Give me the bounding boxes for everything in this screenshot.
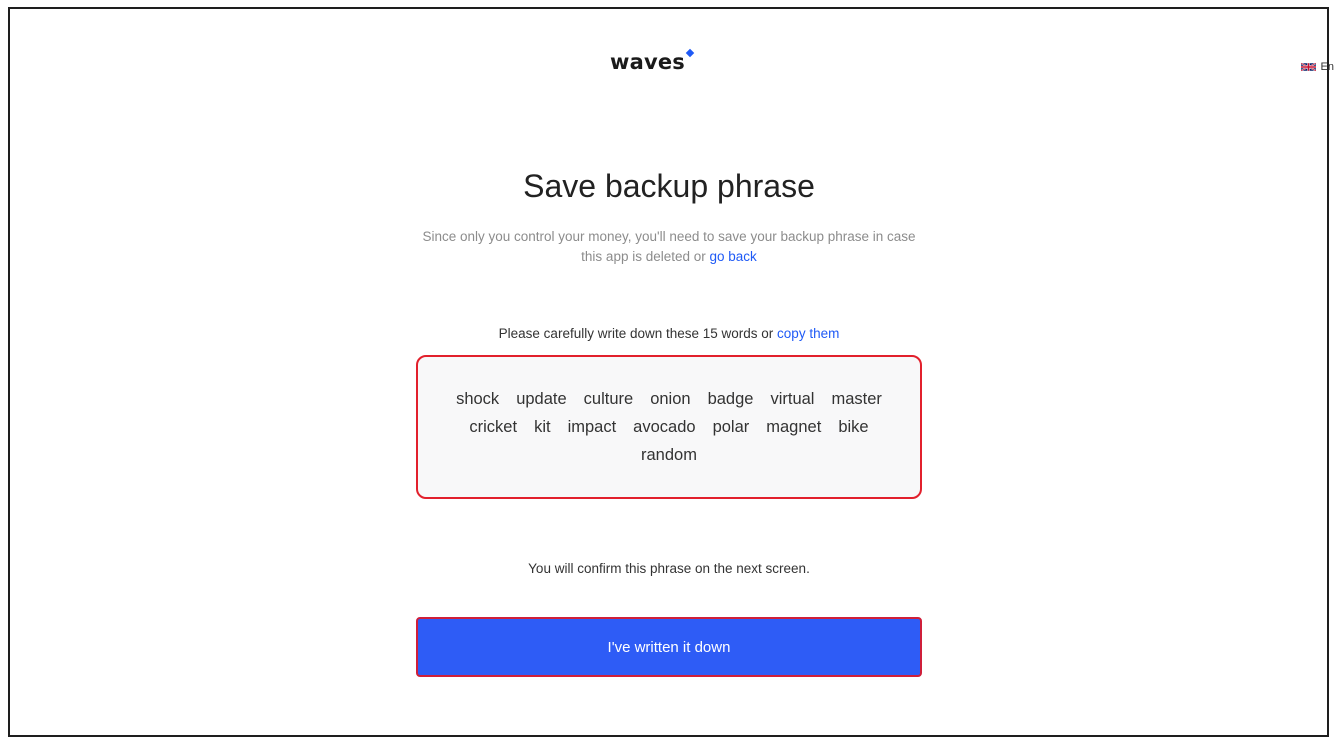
phrase-word: onion [650,389,691,408]
backup-phrase-box: shock update culture onion badge virtual… [416,355,922,499]
page-subtitle: Since only you control your money, you'l… [419,227,919,267]
instruction: Please carefully write down these 15 wor… [0,326,1338,341]
written-it-down-button[interactable]: I've written it down [416,617,922,677]
phrase-word-list: shock update culture onion badge virtual… [454,390,884,465]
instruction-text: Please carefully write down these 15 wor… [498,326,778,341]
confirm-note: You will confirm this phrase on the next… [528,561,810,576]
phrase-word: random [641,445,697,464]
phrase-word: kit [534,417,551,436]
language-label: En [1320,61,1334,73]
phrase-word: shock [456,389,500,408]
phrase-word: magnet [766,417,822,436]
phrase-word: bike [838,417,869,436]
phrase-word: update [516,389,567,408]
phrase-word: cricket [469,417,518,436]
uk-flag-icon [1300,62,1316,72]
logo-text: waves [610,50,686,74]
waves-logo[interactable]: waves [610,48,695,74]
copy-them-link[interactable]: copy them [777,326,839,341]
page-title: Save backup phrase [523,168,815,204]
phrase-word: culture [583,389,634,408]
phrase-word: avocado [633,417,696,436]
phrase-word: master [831,389,882,408]
phrase-word: polar [712,417,750,436]
phrase-word: virtual [770,389,815,408]
subtitle-text: Since only you control your money, you'l… [422,229,916,264]
language-selector[interactable]: En [1300,61,1334,73]
go-back-link[interactable]: go back [710,249,757,264]
phrase-word: badge [707,389,754,408]
phrase-word: impact [567,417,617,436]
